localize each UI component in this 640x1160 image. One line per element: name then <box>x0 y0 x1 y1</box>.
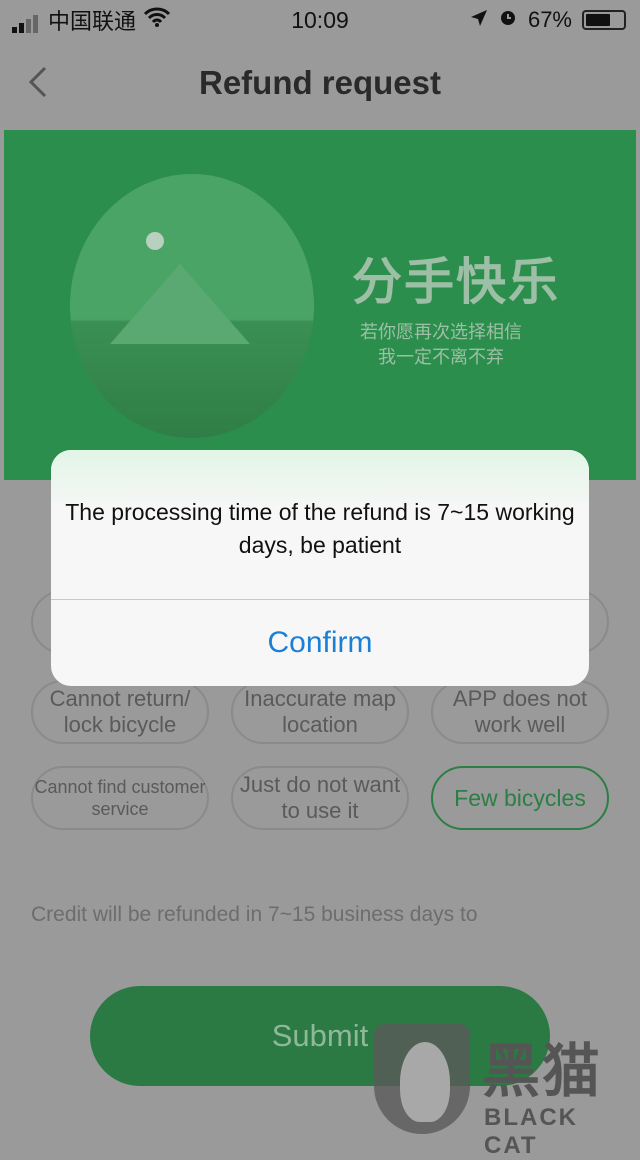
status-bar: 中国联通 10:09 67% <box>0 0 640 40</box>
reason-no-customer-service[interactable]: Cannot find customer service <box>31 766 209 830</box>
alarm-icon <box>498 7 518 33</box>
reason-app-not-working[interactable]: APP does not work well <box>431 680 609 744</box>
landscape-illustration <box>70 174 314 438</box>
alert-dialog: The processing time of the refund is 7~1… <box>51 450 589 686</box>
confirm-button[interactable]: Confirm <box>51 600 589 686</box>
banner-subtitle: 若你愿再次选择相信 我一定不离不弃 <box>360 322 522 367</box>
location-icon <box>470 7 488 33</box>
black-cat-watermark: 黑猫 BLACK CAT <box>370 1020 640 1159</box>
dialog-message: The processing time of the refund is 7~1… <box>51 450 589 599</box>
banner-title: 分手快乐 <box>352 254 560 310</box>
page-title: Refund request <box>198 64 442 101</box>
credit-note: Credit will be refunded in 7~15 business… <box>31 903 478 926</box>
reason-few-bicycles[interactable]: Few bicycles <box>431 766 609 830</box>
reason-do-not-want[interactable]: Just do not want to use it <box>231 766 409 830</box>
battery-percent: 67% <box>527 7 572 32</box>
reason-cannot-return[interactable]: Cannot return/ lock bicycle <box>31 680 209 744</box>
battery-icon <box>582 10 626 30</box>
banner-image: 分手快乐 若你愿再次选择相信 我一定不离不弃 <box>4 130 636 480</box>
reason-inaccurate-map[interactable]: Inaccurate map location <box>231 680 409 744</box>
nav-bar: Refund request <box>0 40 640 128</box>
